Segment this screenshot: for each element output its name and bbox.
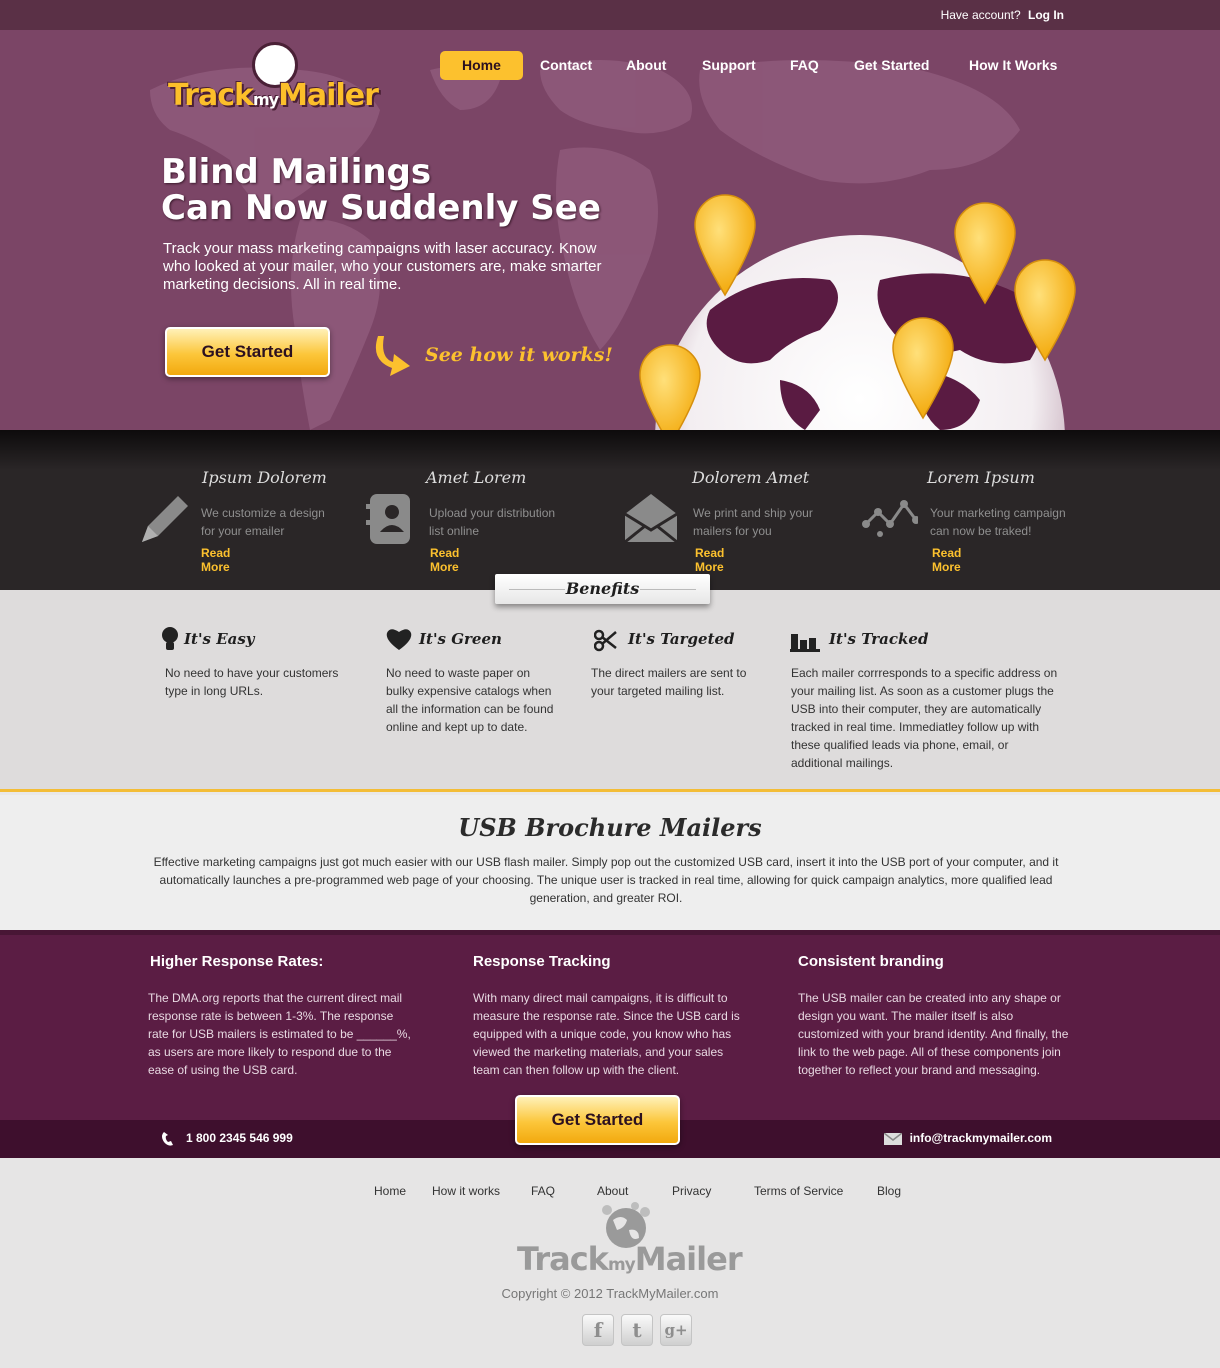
logo[interactable]: TrackmyMailer <box>168 38 408 118</box>
info-text: The USB mailer can be created into any s… <box>798 991 1069 1077</box>
twitter-icon[interactable]: t <box>621 1314 653 1346</box>
footer: Home How it works FAQ About Privacy Term… <box>0 1158 1220 1368</box>
envelope-icon <box>624 494 678 544</box>
phone-number[interactable]: 1 800 2345 546 999 <box>160 1131 293 1147</box>
benefit-title: It's Tracked <box>829 630 929 648</box>
see-how-link[interactable]: See how it works! <box>425 344 613 366</box>
benefit-desc: Each mailer corrresponds to a specific a… <box>791 666 1058 770</box>
benefit-desc: The direct mailers are sent to your targ… <box>591 666 747 698</box>
nav-home[interactable]: Home <box>440 51 523 80</box>
benefit-title: It's Targeted <box>628 630 735 648</box>
usb-text: Effective marketing campaigns just got m… <box>153 855 1059 905</box>
curved-arrow-icon <box>375 336 410 376</box>
nav-faq[interactable]: FAQ <box>790 51 819 80</box>
info-title: Response Tracking <box>473 953 611 970</box>
benefit-desc: No need to have your customers type in l… <box>165 666 339 698</box>
phone-icon <box>162 1132 173 1146</box>
footer-link-faq[interactable]: FAQ <box>531 1184 555 1198</box>
email-address[interactable]: info@trackmymailer.com <box>883 1131 1052 1145</box>
lightbulb-icon <box>162 627 178 650</box>
feature-desc: We print and ship your mailers for you <box>693 506 813 538</box>
read-more-link[interactable]: Read More <box>201 546 230 574</box>
footer-logo[interactable]: TrackmyMailer <box>515 1202 755 1286</box>
top-bar: Have account? Log In <box>0 0 1220 36</box>
feature-desc: Upload your distribution list online <box>429 506 556 538</box>
feature-title: Ipsum Dolorem <box>202 468 327 487</box>
info-title: Higher Response Rates: <box>150 953 324 970</box>
info-section: Higher Response Rates: The DMA.org repor… <box>0 930 1220 1120</box>
login-link[interactable]: Log In <box>1028 8 1064 22</box>
hero-get-started-button[interactable]: Get Started <box>165 327 330 377</box>
benefits-tab: Benefits <box>495 574 710 604</box>
feature-title: Lorem Ipsum <box>927 468 1035 487</box>
footer-link-home[interactable]: Home <box>374 1184 406 1198</box>
account-prompt: Have account? <box>940 8 1021 22</box>
pencil-icon <box>142 496 188 542</box>
hero-title: Blind Mailings Can Now Suddenly See <box>161 152 601 228</box>
logo-wordmark: TrackmyMailer <box>168 78 379 113</box>
features-strip: Ipsum Dolorem We customize a design for … <box>0 430 1220 590</box>
info-text: With many direct mail campaigns, it is d… <box>473 991 740 1077</box>
benefit-title: It's Easy <box>184 630 255 648</box>
read-more-link[interactable]: Read More <box>932 546 961 574</box>
feature-desc: Your marketing campaign can now be trake… <box>930 506 1066 538</box>
heart-icon <box>386 629 412 650</box>
read-more-link[interactable]: Read More <box>430 546 459 574</box>
nav-support[interactable]: Support <box>702 51 756 80</box>
hero: TrackmyMailer Home Contact About Support… <box>0 30 1220 430</box>
mail-icon <box>883 1132 903 1145</box>
footer-link-how-it-works[interactable]: How it works <box>432 1184 500 1198</box>
feature-title: Amet Lorem <box>426 468 527 487</box>
hero-lead: Track your mass marketing campaigns with… <box>163 240 602 293</box>
usb-title: USB Brochure Mailers <box>458 813 762 842</box>
tab-rule-left <box>509 589 565 590</box>
benefit-title: It's Green <box>419 630 502 648</box>
usb-section: USB Brochure Mailers Effective marketing… <box>0 795 1220 930</box>
nav-how-it-works[interactable]: How It Works <box>969 51 1057 80</box>
feature-title: Dolorem Amet <box>692 468 810 487</box>
bar-chart-icon <box>790 634 820 652</box>
footer-get-started-button[interactable]: Get Started <box>515 1095 680 1145</box>
facebook-icon[interactable]: f <box>582 1314 614 1346</box>
info-text: The DMA.org reports that the current dir… <box>148 991 411 1077</box>
tab-rule-right <box>640 589 696 590</box>
info-title: Consistent branding <box>798 953 944 970</box>
benefit-desc: No need to waste paper on bulky expensiv… <box>386 666 554 734</box>
nav-about[interactable]: About <box>626 51 666 80</box>
nav-get-started[interactable]: Get Started <box>854 51 929 80</box>
feature-desc: We customize a design for your emailer <box>201 506 325 538</box>
benefits-tab-label: Benefits <box>565 579 640 598</box>
read-more-link[interactable]: Read More <box>695 546 724 574</box>
footer-link-terms[interactable]: Terms of Service <box>754 1184 843 1198</box>
tracking-graph-icon <box>862 500 918 537</box>
benefits-section: It's Easy No need to have your customers… <box>0 590 1220 792</box>
footer-link-privacy[interactable]: Privacy <box>672 1184 711 1198</box>
globe-with-pins-illustration <box>639 194 1076 430</box>
nav-contact[interactable]: Contact <box>540 51 592 80</box>
google-plus-icon[interactable]: g+ <box>660 1314 692 1346</box>
footer-link-blog[interactable]: Blog <box>877 1184 901 1198</box>
contacts-book-icon <box>366 494 410 544</box>
account-area: Have account? Log In <box>941 8 1064 22</box>
copyright: Copyright © 2012 TrackMyMailer.com <box>501 1286 719 1301</box>
footer-link-about[interactable]: About <box>597 1184 628 1198</box>
footer-wordmark: TrackmyMailer <box>517 1240 743 1278</box>
scissors-icon <box>594 629 617 652</box>
